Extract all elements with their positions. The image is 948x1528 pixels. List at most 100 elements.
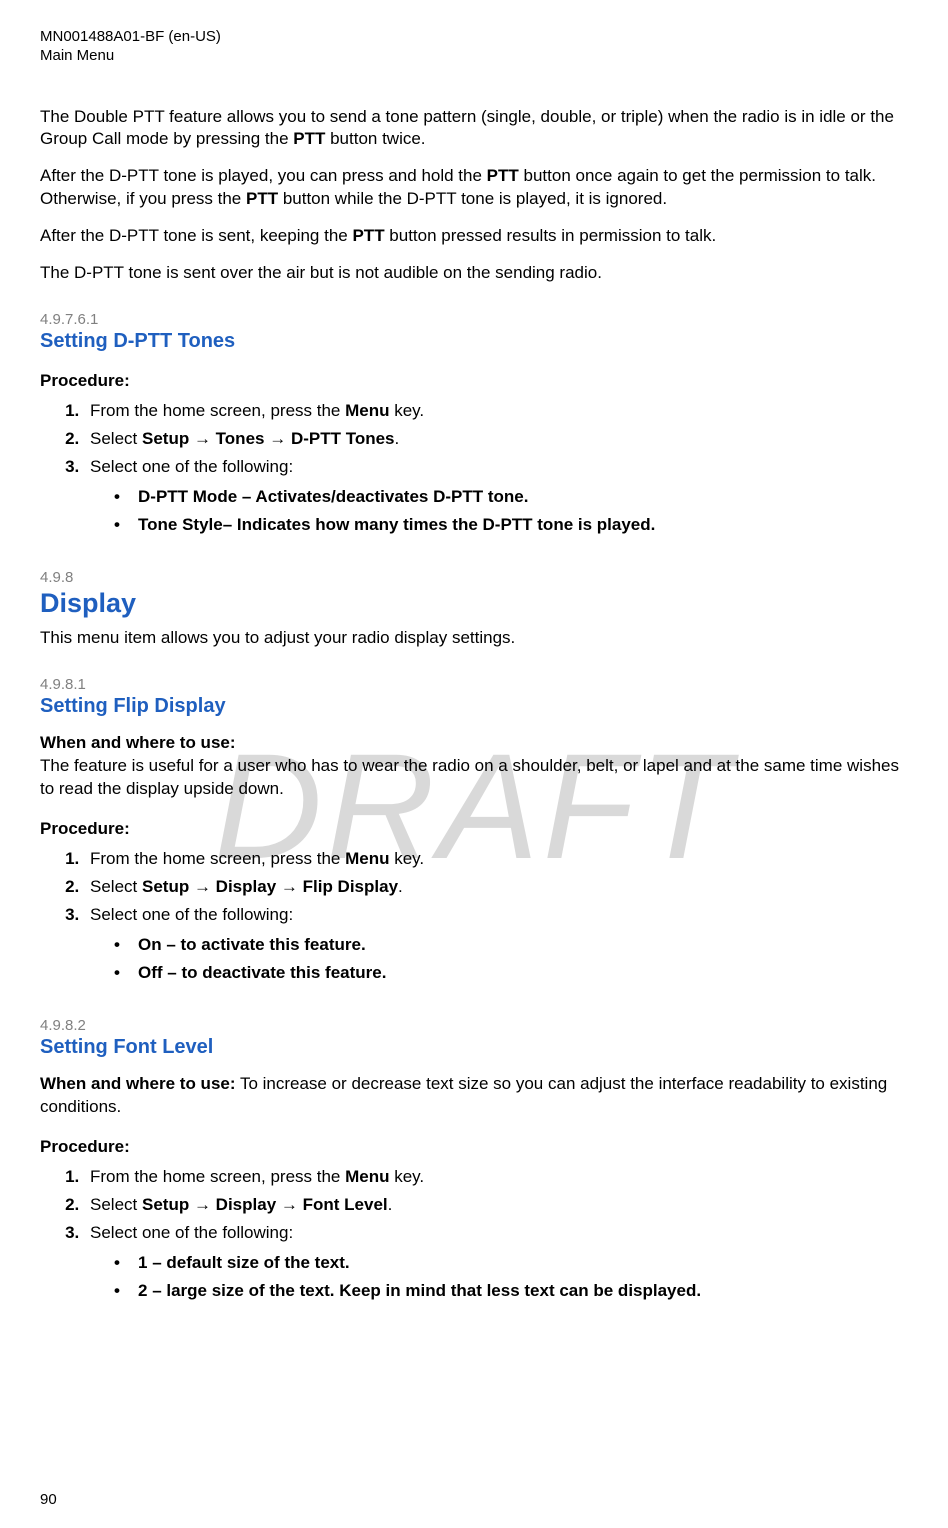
intro-p1: The Double PTT feature allows you to sen…: [40, 106, 908, 152]
section-title: Display: [40, 588, 908, 619]
bold-ptt: PTT: [487, 166, 519, 185]
page: DRAFT MN001488A01-BF (en-US) Main Menu T…: [0, 0, 948, 1528]
procedure-label: Procedure:: [40, 1137, 908, 1157]
step: Select one of the following: On – to act…: [84, 901, 908, 991]
bold-dptt-tones: D-PTT Tones: [291, 429, 395, 448]
bold-setup: Setup: [142, 877, 189, 896]
when-block: When and where to use: The feature is us…: [40, 732, 908, 801]
step: Select Setup → Display → Flip Display.: [84, 873, 908, 901]
when-text: The feature is useful for a user who has…: [40, 756, 899, 798]
sub-bullets: D-PTT Mode – Activates/deactivates D-PTT…: [90, 483, 908, 539]
text: Select: [90, 1195, 142, 1214]
text: – to deactivate this feature.: [163, 963, 387, 982]
bold-menu: Menu: [345, 401, 389, 420]
text: button while the D-PTT tone is played, i…: [278, 189, 667, 208]
procedure-steps: From the home screen, press the Menu key…: [40, 1163, 908, 1309]
text: – to activate this feature.: [162, 935, 366, 954]
step: From the home screen, press the Menu key…: [84, 1163, 908, 1191]
bold-setup: Setup: [142, 1195, 189, 1214]
text: key.: [390, 1167, 425, 1186]
text: →: [189, 1195, 215, 1214]
intro-p2: After the D-PTT tone is played, you can …: [40, 165, 908, 211]
section-title: Setting Flip Display: [40, 695, 908, 718]
text: .: [388, 1195, 393, 1214]
when-label: When and where to use:: [40, 733, 236, 752]
bold-menu: Menu: [345, 849, 389, 868]
section-number: 4.9.8: [40, 569, 908, 586]
text: →: [276, 877, 302, 896]
text: →: [276, 1195, 302, 1214]
bold-display: Display: [216, 1195, 276, 1214]
intro-p3: After the D-PTT tone is sent, keeping th…: [40, 225, 908, 248]
section-description: This menu item allows you to adjust your…: [40, 627, 908, 650]
text: .: [395, 429, 400, 448]
step: Select Setup → Display → Font Level.: [84, 1191, 908, 1219]
text: Select one of the following:: [90, 1223, 293, 1242]
bold-ptt: PTT: [352, 226, 384, 245]
text: From the home screen, press the: [90, 1167, 345, 1186]
step: Select one of the following: 1 – default…: [84, 1219, 908, 1309]
sub-bullets: 1 – default size of the text. 2 – large …: [90, 1249, 908, 1305]
bullet: Tone Style– Indicates how many times the…: [114, 511, 908, 539]
text: The Double PTT feature allows you to sen…: [40, 107, 894, 149]
text: After the D-PTT tone is sent, keeping th…: [40, 226, 352, 245]
content: MN001488A01-BF (en-US) Main Menu The Dou…: [40, 28, 908, 1309]
text: →: [189, 429, 215, 448]
step: From the home screen, press the Menu key…: [84, 397, 908, 425]
header-section: Main Menu: [40, 47, 908, 66]
bullet: 1 – default size of the text.: [114, 1249, 908, 1277]
bold-ptt: PTT: [293, 129, 325, 148]
text: – large size of the text. Keep in mind t…: [147, 1281, 701, 1300]
bold-flip-display: Flip Display: [303, 877, 398, 896]
bullet: Off – to deactivate this feature.: [114, 959, 908, 987]
header-doc-id: MN001488A01-BF (en-US): [40, 28, 908, 47]
section-title: Setting D-PTT Tones: [40, 330, 908, 353]
when-block: When and where to use: To increase or de…: [40, 1073, 908, 1119]
intro-p4: The D-PTT tone is sent over the air but …: [40, 262, 908, 285]
bullet: 2 – large size of the text. Keep in mind…: [114, 1277, 908, 1305]
text: Select: [90, 877, 142, 896]
text: →: [189, 877, 215, 896]
text: – default size of the text.: [147, 1253, 349, 1272]
text: button pressed results in permission to …: [385, 226, 717, 245]
procedure-label: Procedure:: [40, 371, 908, 391]
bold-font-level: Font Level: [303, 1195, 388, 1214]
text: From the home screen, press the: [90, 401, 345, 420]
text: – Activates/deactivates D-PTT tone.: [237, 487, 528, 506]
text: Select one of the following:: [90, 457, 293, 476]
step: From the home screen, press the Menu key…: [84, 845, 908, 873]
step: Select Setup → Tones → D-PTT Tones.: [84, 425, 908, 453]
bold-menu: Menu: [345, 1167, 389, 1186]
bullet: D-PTT Mode – Activates/deactivates D-PTT…: [114, 483, 908, 511]
bold-setup: Setup: [142, 429, 189, 448]
text: →: [264, 429, 290, 448]
text: After the D-PTT tone is played, you can …: [40, 166, 487, 185]
text: button twice.: [325, 129, 425, 148]
bullet: On – to activate this feature.: [114, 931, 908, 959]
bold-tone-style: Tone Style: [138, 515, 223, 534]
bold-off: Off: [138, 963, 163, 982]
procedure-steps: From the home screen, press the Menu key…: [40, 845, 908, 991]
text: From the home screen, press the: [90, 849, 345, 868]
bold-ptt: PTT: [246, 189, 278, 208]
bold-dptt-mode: D-PTT Mode: [138, 487, 237, 506]
text: .: [398, 877, 403, 896]
procedure-label: Procedure:: [40, 819, 908, 839]
sub-bullets: On – to activate this feature. Off – to …: [90, 931, 908, 987]
when-label: When and where to use:: [40, 1074, 236, 1093]
procedure-steps: From the home screen, press the Menu key…: [40, 397, 908, 543]
section-number: 4.9.8.1: [40, 676, 908, 693]
bold-display: Display: [216, 877, 276, 896]
text: key.: [390, 849, 425, 868]
section-number: 4.9.8.2: [40, 1017, 908, 1034]
text: – Indicates how many times the D-PTT ton…: [223, 515, 656, 534]
text: Select one of the following:: [90, 905, 293, 924]
text: Select: [90, 429, 142, 448]
page-number: 90: [40, 1491, 57, 1508]
bold-tones: Tones: [216, 429, 265, 448]
bold-on: On: [138, 935, 162, 954]
section-number: 4.9.7.6.1: [40, 311, 908, 328]
text: key.: [390, 401, 425, 420]
step: Select one of the following: D-PTT Mode …: [84, 453, 908, 543]
section-title: Setting Font Level: [40, 1036, 908, 1059]
